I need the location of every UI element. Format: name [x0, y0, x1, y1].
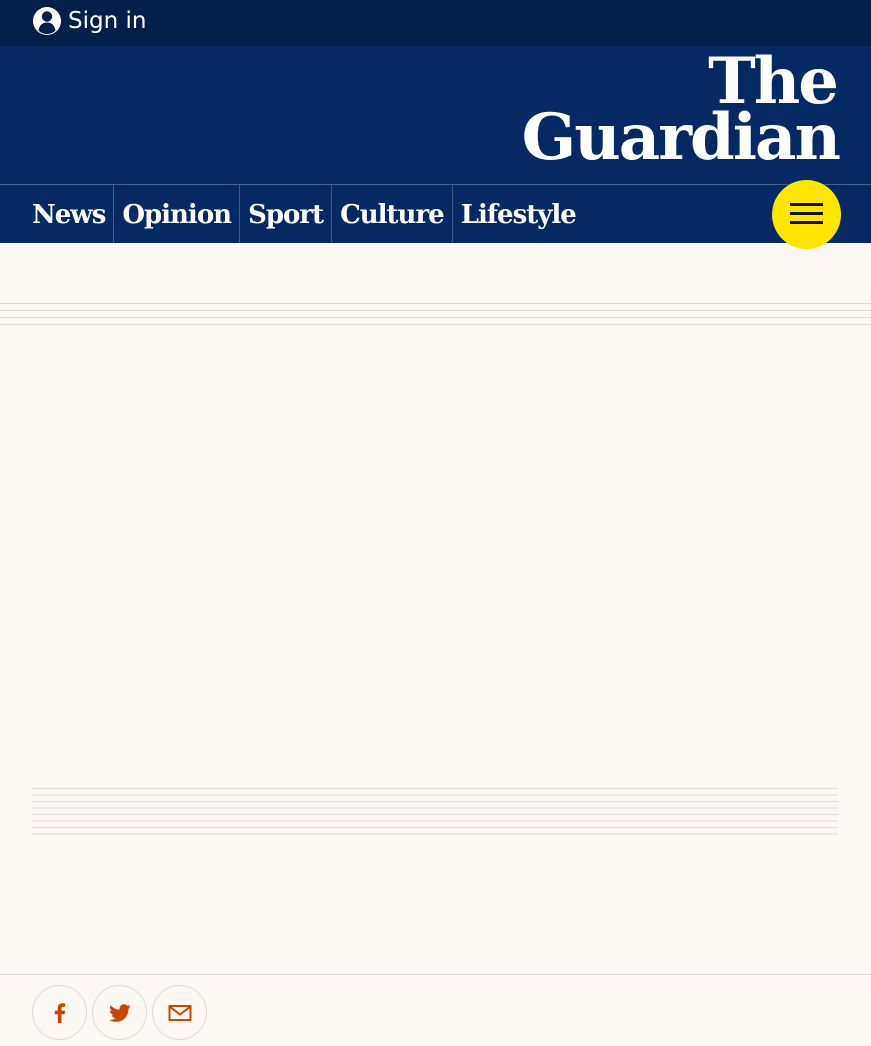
sign-in-link[interactable]: Sign in	[32, 5, 146, 37]
primary-nav: News Opinion Sport Culture Lifestyle	[0, 180, 871, 249]
nav-item-lifestyle[interactable]: Lifestyle	[453, 185, 584, 243]
facebook-icon	[54, 1002, 65, 1023]
masthead: The Guardian	[0, 46, 871, 184]
email-icon	[168, 1004, 191, 1021]
nav-item-opinion[interactable]: Opinion	[114, 185, 241, 243]
nav-item-sport[interactable]: Sport	[240, 185, 333, 243]
sign-in-label: Sign in	[68, 8, 147, 34]
top-bar: Sign in	[0, 0, 871, 46]
guardian-logo[interactable]: The Guardian	[521, 49, 841, 176]
logo-line-2: Guardian	[521, 100, 841, 176]
hamburger-icon-bar	[790, 221, 823, 224]
user-icon	[33, 7, 61, 35]
hamburger-icon	[790, 203, 823, 206]
menu-button[interactable]	[772, 180, 841, 249]
section-divider-lines	[0, 303, 871, 325]
hamburger-icon-bar	[790, 212, 823, 215]
nav-item-news[interactable]: News	[24, 185, 115, 243]
footer-divider	[0, 974, 871, 975]
share-twitter-button[interactable]	[92, 985, 147, 1040]
nav-item-culture[interactable]: Culture	[332, 185, 453, 243]
share-email-button[interactable]	[152, 985, 207, 1040]
nav-pillars: News Opinion Sport Culture Lifestyle	[24, 185, 584, 243]
content-placeholder-lines	[32, 788, 838, 835]
share-buttons	[32, 985, 207, 1040]
twitter-icon	[108, 1003, 130, 1022]
share-facebook-button[interactable]	[32, 985, 87, 1040]
